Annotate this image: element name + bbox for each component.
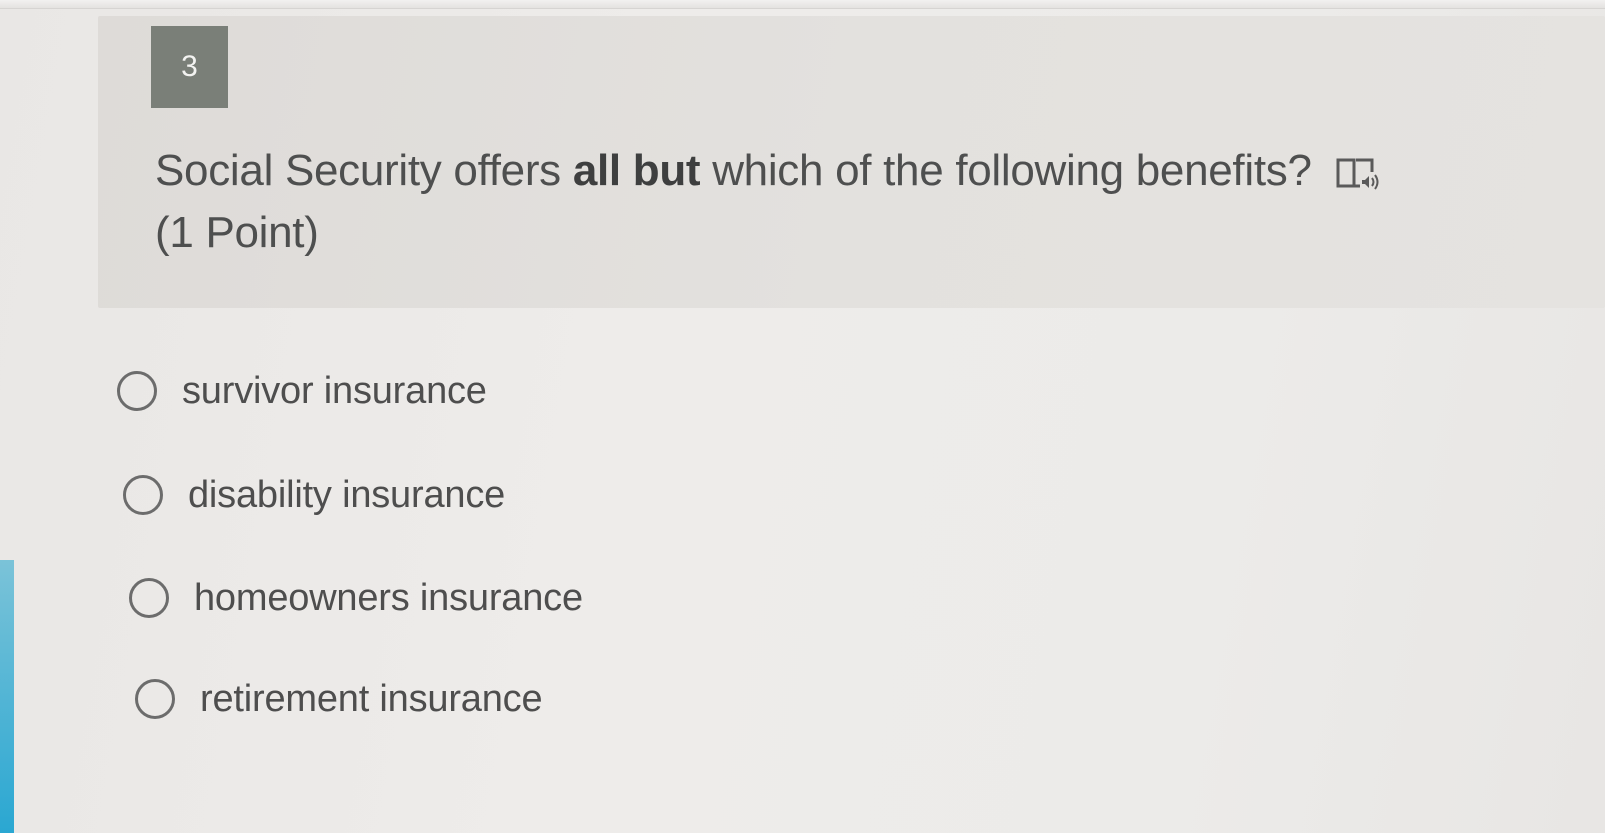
- option-label: disability insurance: [188, 473, 506, 516]
- radio-button[interactable]: [135, 679, 175, 719]
- radio-button[interactable]: [117, 371, 157, 411]
- question-text-end: which of the following benefits?: [700, 146, 1312, 195]
- option-retirement-insurance[interactable]: retirement insurance: [135, 669, 543, 729]
- left-accent-bar: [0, 560, 14, 833]
- radio-button[interactable]: [123, 475, 163, 515]
- top-divider: [0, 0, 1605, 9]
- question-card: 3 Social Security offers all but which o…: [98, 16, 1605, 308]
- immersive-reader-icon[interactable]: [1334, 149, 1382, 190]
- radio-button[interactable]: [129, 578, 169, 618]
- question-text-emphasis: all but: [572, 146, 701, 195]
- question-points: (1 Point): [155, 208, 319, 257]
- option-label: survivor insurance: [182, 369, 487, 412]
- option-label: homeowners insurance: [194, 576, 583, 619]
- question-text-start: Social Security offers: [155, 146, 573, 195]
- option-homeowners-insurance[interactable]: homeowners insurance: [129, 568, 583, 628]
- option-disability-insurance[interactable]: disability insurance: [123, 465, 505, 525]
- option-label: retirement insurance: [200, 677, 543, 720]
- question-title: Social Security offers all but which of …: [155, 140, 1415, 264]
- question-number-badge: 3: [151, 26, 228, 108]
- option-survivor-insurance[interactable]: survivor insurance: [117, 361, 487, 421]
